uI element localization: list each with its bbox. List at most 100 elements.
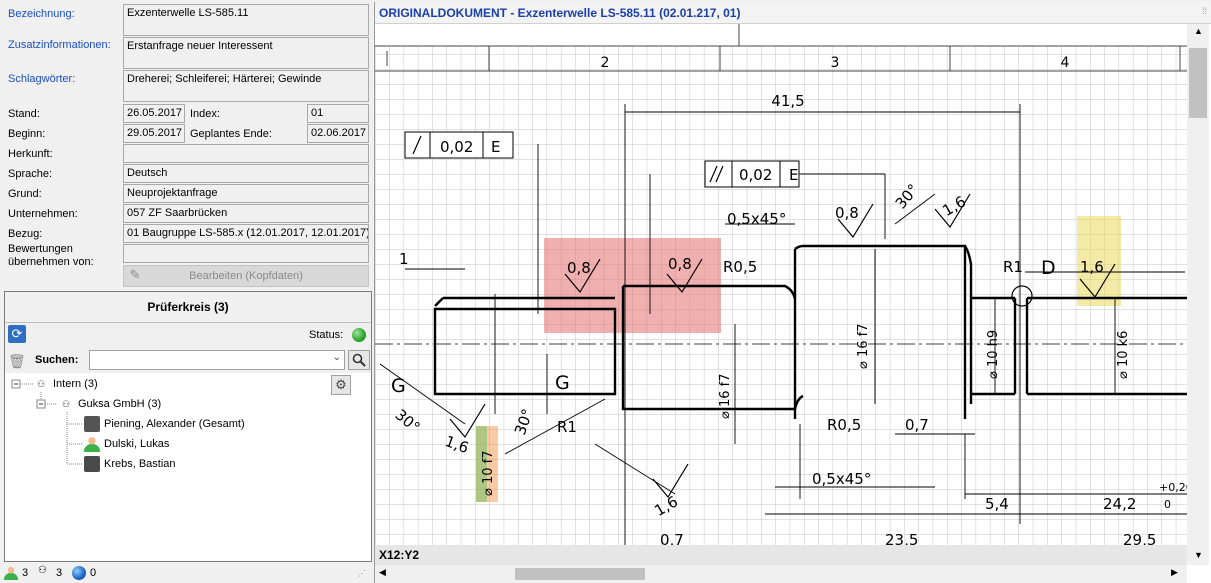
header-data-panel: Bezeichnung: Exzenterwelle LS-585.11 Zus… bbox=[0, 0, 372, 290]
ruler-label: 2 bbox=[601, 55, 610, 71]
group-icon: ⚇ bbox=[36, 379, 46, 390]
pruferkreis-title: Prüferkreis (3) bbox=[5, 292, 371, 323]
dim-text: +0,20 bbox=[1159, 481, 1187, 494]
tree-item-dulski[interactable]: Dulski, Lukas bbox=[84, 435, 169, 453]
tree-item-guksa[interactable]: ⚇ Guksa GmbH (3) bbox=[58, 395, 161, 413]
horizontal-scrollbar[interactable]: ◀ ▶ bbox=[375, 565, 1187, 583]
coordinate-bar: X12:Y2 bbox=[375, 545, 1187, 565]
tree-item-label: Dulski, Lukas bbox=[104, 438, 170, 450]
user-photo-icon bbox=[84, 456, 100, 473]
field-bezeichnung[interactable]: Exzenterwelle LS-585.11 bbox=[123, 4, 369, 36]
field-beginn[interactable]: 29.05.2017 bbox=[123, 124, 185, 143]
dim-text: 0 bbox=[1164, 498, 1171, 511]
vertical-scrollbar[interactable]: ▲ ▼ bbox=[1187, 24, 1209, 565]
field-unternehmen[interactable]: 057 ZF Saarbrücken bbox=[123, 204, 369, 223]
label-beginn: Beginn: bbox=[8, 128, 46, 140]
field-geplantes-ende[interactable]: 02.06.2017 bbox=[307, 124, 369, 143]
dim-text: 0,8 bbox=[668, 255, 692, 273]
label-bewertungen: Bewertungen übernehmen von: bbox=[8, 243, 94, 268]
label-unternehmen: Unternehmen: bbox=[8, 208, 78, 220]
label-index: Index: bbox=[190, 108, 220, 120]
dim-text: 29,5 bbox=[1123, 531, 1156, 545]
scroll-down-icon[interactable]: ▼ bbox=[1194, 550, 1203, 560]
tree-item-label: Piening, Alexander (Gesamt) bbox=[104, 418, 245, 430]
groups-count: 3 bbox=[56, 567, 63, 579]
field-grund[interactable]: Neuprojektanfrage bbox=[123, 184, 369, 203]
dim-text: ⌀ 16 f7 bbox=[718, 374, 733, 419]
dim-text: 0,02 bbox=[739, 166, 772, 184]
user-green-icon bbox=[84, 436, 100, 453]
status-indicator-icon bbox=[352, 328, 366, 342]
field-index[interactable]: 01 bbox=[307, 104, 369, 123]
pruferkreis-toolbar: ⟳ Status: 🗑 Suchen: ⌄ bbox=[5, 323, 371, 373]
label-bezeichnung[interactable]: Bezeichnung: bbox=[8, 8, 75, 20]
field-stand[interactable]: 26.05.2017 bbox=[123, 104, 185, 123]
dim-text: R1 bbox=[557, 418, 577, 436]
field-herkunft[interactable] bbox=[123, 144, 369, 163]
drawing-canvas: 2 3 4 41,5 0,02 E 0,02 E 0,5x45° 0,8 0,8… bbox=[375, 24, 1187, 545]
dim-text: ⌀ 10 f7 bbox=[481, 451, 496, 496]
status-label: Status: bbox=[309, 329, 344, 341]
group-icon: ⚇ bbox=[61, 399, 71, 410]
label-zusatzinformationen[interactable]: Zusatzinformationen: bbox=[8, 39, 111, 51]
group-icon: ⚇ bbox=[38, 565, 47, 576]
dim-text: 0,8 bbox=[835, 204, 859, 222]
dim-text: ⌀ 10 k6 bbox=[1116, 331, 1131, 379]
dim-text: 0,5x45° bbox=[727, 210, 786, 228]
dim-text: ⌀ 10 h9 bbox=[986, 330, 1001, 379]
status-bar: 3 ⚇ 3 0 ⋰ bbox=[0, 563, 372, 583]
tree-item-label: Krebs, Bastian bbox=[104, 458, 176, 470]
dim-text: R0,5 bbox=[723, 258, 757, 276]
technical-drawing[interactable]: 2 3 4 41,5 0,02 E 0,02 E 0,5x45° 0,8 0,8… bbox=[375, 24, 1187, 545]
scroll-left-icon[interactable]: ◀ bbox=[379, 567, 386, 578]
dim-text: 0,02 bbox=[440, 138, 473, 156]
dim-text: 24,2 bbox=[1103, 495, 1136, 513]
trash-icon[interactable]: 🗑 bbox=[8, 352, 26, 370]
ruler-label: 4 bbox=[1061, 55, 1070, 71]
dim-text: D bbox=[1041, 257, 1056, 279]
dim-text: 5,4 bbox=[985, 495, 1009, 513]
ruler-label: 3 bbox=[831, 55, 840, 71]
vertical-scroll-thumb[interactable] bbox=[1189, 48, 1207, 118]
edit-header-button-label: Bearbeiten (Kopfdaten) bbox=[189, 270, 303, 282]
dim-text: 41,5 bbox=[771, 92, 804, 110]
tree-item-label: Guksa GmbH (3) bbox=[78, 398, 162, 410]
document-title: ORIGINALDOKUMENT - Exzenterwelle LS-585.… bbox=[375, 2, 1211, 24]
users-count: 3 bbox=[22, 567, 29, 579]
tree-item-intern[interactable]: ⚇ Intern (3) bbox=[33, 375, 98, 393]
label-schlagwoerter[interactable]: Schlagwörter: bbox=[8, 73, 75, 85]
field-zusatzinformationen[interactable]: Erstanfrage neuer Interessent bbox=[123, 37, 369, 69]
dim-text: 0,5x45° bbox=[812, 470, 871, 488]
dim-text: G bbox=[555, 372, 570, 394]
pruferkreis-tree: ⚇ Intern (3) ⚙ ⚇ Guksa GmbH (3) Piening, A… bbox=[5, 374, 371, 561]
panel-grip-icon[interactable]: ⁞⁞ bbox=[1202, 6, 1207, 16]
field-bezug[interactable]: 01 Baugruppe LS-585.x (12.01.2017, 12.01… bbox=[123, 224, 369, 243]
label-sprache: Sprache: bbox=[8, 168, 53, 180]
scroll-right-icon[interactable]: ▶ bbox=[1171, 567, 1178, 578]
user-photo-icon bbox=[84, 416, 100, 433]
pruferkreis-panel: Prüferkreis (3) ⟳ Status: 🗑 Suchen: ⌄ ⚇ … bbox=[4, 291, 372, 562]
dim-text: 0,7 bbox=[660, 531, 684, 545]
dim-text: R1 bbox=[1003, 258, 1023, 276]
edit-header-button[interactable]: ✎ Bearbeiten (Kopfdaten) bbox=[123, 265, 369, 287]
horizontal-scroll-thumb[interactable] bbox=[515, 568, 645, 580]
search-input[interactable]: ⌄ bbox=[89, 350, 345, 370]
label-bezug: Bezug: bbox=[8, 228, 43, 240]
tree-item-krebs[interactable]: Krebs, Bastian bbox=[84, 455, 176, 473]
label-stand: Stand: bbox=[8, 108, 40, 120]
field-bewertungen[interactable] bbox=[123, 244, 369, 263]
refresh-icon[interactable]: ⟳ bbox=[8, 325, 26, 343]
scroll-up-icon[interactable]: ▲ bbox=[1194, 26, 1203, 36]
tree-item-piening[interactable]: Piening, Alexander (Gesamt) bbox=[84, 415, 245, 433]
user-icon bbox=[4, 566, 18, 580]
dim-text: 0,7 bbox=[905, 416, 929, 434]
dim-text: 0,8 bbox=[567, 259, 591, 277]
field-sprache[interactable]: Deutsch bbox=[123, 164, 369, 183]
resize-grip-icon[interactable]: ⋰ bbox=[358, 569, 366, 578]
field-schlagwoerter[interactable]: Dreherei; Schleiferei; Härterei; Gewinde bbox=[123, 70, 369, 102]
search-button[interactable] bbox=[348, 350, 370, 370]
dim-text: R0,5 bbox=[827, 416, 861, 434]
search-label: Suchen: bbox=[35, 354, 79, 366]
chevron-down-icon[interactable]: ⌄ bbox=[333, 352, 341, 363]
gear-icon[interactable]: ⚙ bbox=[331, 375, 351, 395]
